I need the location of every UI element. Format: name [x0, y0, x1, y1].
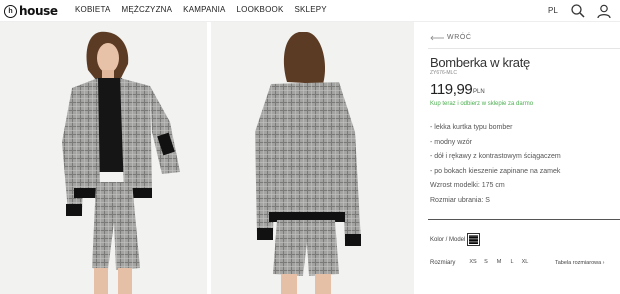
logo[interactable]: h house [4, 3, 58, 19]
sizes-label: Rozmiary [430, 260, 456, 266]
nav-mezczyzna[interactable]: MĘŻCZYZNA [121, 5, 172, 14]
product-code: ZY676-MLC [430, 70, 457, 76]
model-height: Wzrost modelki: 175 cm [430, 182, 505, 189]
arrow-left-icon [430, 35, 444, 40]
size-option-s[interactable]: S [480, 259, 492, 265]
nav-sklepy[interactable]: SKLEPY [294, 5, 326, 14]
user-icon[interactable] [596, 3, 612, 19]
size-option-xl[interactable]: XL [519, 259, 531, 265]
top-bar: h house KOBIETA MĘŻCZYZNA KAMPANIA LOOKB… [0, 0, 620, 22]
color-swatch[interactable] [467, 233, 480, 246]
size-selector: XS S M L XL [467, 259, 532, 265]
plaid-swatch-icon [469, 235, 478, 244]
size-chart-link[interactable]: Tabela rozmiarowa › [555, 260, 605, 266]
search-icon[interactable] [570, 3, 586, 19]
logo-mark-icon: h [4, 4, 17, 18]
size-option-m[interactable]: M [493, 259, 505, 265]
feature-item: - po bokach kieszenie zapinane na zamek [430, 167, 561, 175]
size-option-l[interactable]: L [506, 259, 518, 265]
nav-kobieta[interactable]: KOBIETA [75, 5, 110, 14]
product-photo-back[interactable] [211, 22, 414, 294]
color-label: Kolor / Model [430, 237, 466, 243]
divider [428, 48, 620, 49]
language-switch[interactable]: PL [548, 6, 558, 15]
model-back-image [211, 22, 414, 294]
nav-kampania[interactable]: KAMPANIA [183, 5, 225, 14]
product-details: WRÓĆ Bomberka w kratę ZY676-MLC 119,99 P… [418, 22, 620, 294]
logo-text: house [19, 4, 58, 18]
feature-list: - lekka kurtka typu bomber - modny wzór … [430, 123, 561, 210]
model-front-image [0, 22, 207, 294]
feature-item: - dół i rękawy z kontrastowym ściągaczem [430, 153, 561, 160]
price-currency: PLN [473, 89, 485, 95]
product-photo-front[interactable] [0, 22, 207, 294]
back-link[interactable]: WRÓĆ [430, 34, 472, 41]
pickup-info[interactable]: Kup teraz i odbierz w sklepie za darmo [430, 101, 533, 107]
product-price: 119,99 [430, 81, 473, 98]
main-nav: KOBIETA MĘŻCZYZNA KAMPANIA LOOKBOOK SKLE… [75, 5, 338, 14]
feature-item: - modny wzór [430, 138, 473, 146]
feature-item: - lekka kurtka typu bomber [430, 124, 513, 131]
divider [428, 219, 620, 220]
product-title: Bomberka w kratę [430, 55, 530, 70]
size-option-xs[interactable]: XS [467, 259, 479, 265]
nav-lookbook[interactable]: LOOKBOOK [237, 5, 284, 14]
back-label: WRÓĆ [447, 34, 472, 41]
model-size: Rozmiar ubrania: S [430, 196, 490, 204]
